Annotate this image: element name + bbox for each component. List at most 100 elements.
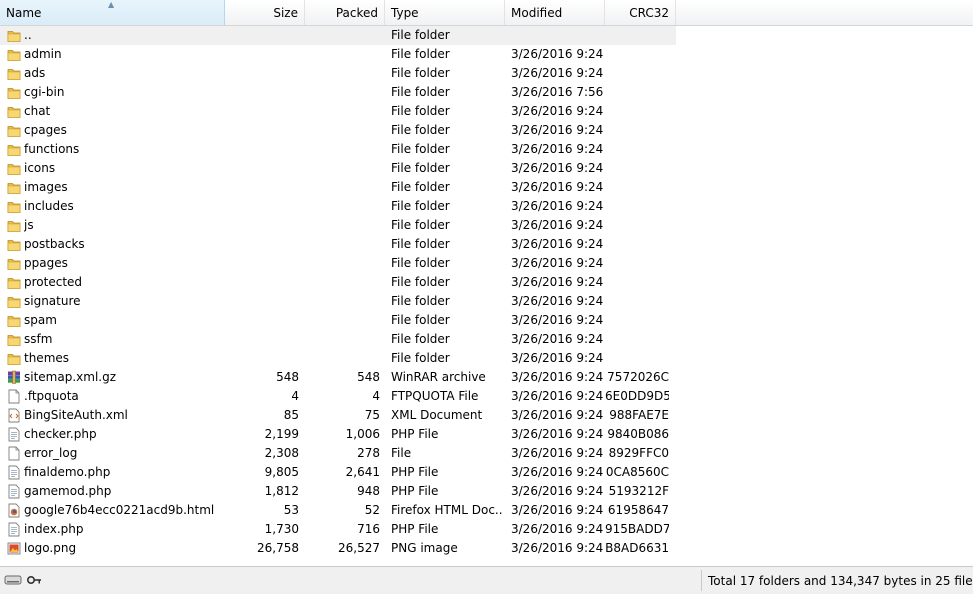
file-size: 1,730 (264, 522, 299, 536)
file-row[interactable]: finaldemo.php 9,805 2,641 PHP File 3/26/2016… (0, 463, 676, 482)
file-name: sitemap.xml.gz (24, 370, 117, 384)
column-header: Name ▲ Size Packed Type Modified CRC32 (0, 0, 973, 26)
parent-folder-row[interactable]: .. File folder (0, 26, 676, 45)
folder-icon (7, 237, 21, 252)
file-name: cgi-bin (24, 85, 65, 99)
column-header-packed[interactable]: Packed (305, 0, 385, 25)
column-header-name[interactable]: Name ▲ (0, 0, 225, 25)
file-row[interactable]: google76b4ecc0221acd9b.html 53 52 Firefox H… (0, 501, 676, 520)
file-row[interactable]: BingSiteAuth.xml 85 75 XML Document 3/26/201… (0, 406, 676, 425)
file-type: File folder (391, 104, 450, 118)
column-header-size[interactable]: Size (225, 0, 305, 25)
file-modified: 3/26/2016 9:24 (511, 427, 603, 441)
file-modified: 3/26/2016 9:24 (511, 237, 603, 251)
file-type: File folder (391, 47, 450, 61)
file-modified: 3/26/2016 9:24 (511, 503, 603, 517)
file-packed (305, 159, 380, 178)
folder-icon (7, 142, 21, 157)
file-crc32: 8929FFC0 (608, 446, 669, 460)
status-divider (701, 570, 702, 591)
file-crc32: 0CA8560C (605, 465, 669, 479)
file-modified: 3/26/2016 9:24 (511, 370, 603, 384)
file-row[interactable]: ads File folder 3/26/2016 9:24 (0, 64, 676, 83)
column-header-type[interactable]: Type (385, 0, 505, 25)
file-size (225, 197, 299, 216)
file-crc32: 915BADD7 (605, 522, 669, 536)
file-type: XML Document (391, 408, 483, 422)
folder-icon (7, 104, 21, 119)
file-name: spam (24, 313, 57, 327)
file-row[interactable]: gamemod.php 1,812 948 PHP File 3/26/2016 9:2… (0, 482, 676, 501)
file-type: File folder (391, 313, 450, 327)
file-crc32 (605, 83, 669, 102)
file-packed: 716 (357, 522, 380, 536)
file-crc32 (605, 311, 669, 330)
file-packed (305, 45, 380, 64)
file-row[interactable]: .ftpquota 4 4 FTPQUOTA File 3/26/2016 9:24 6E… (0, 387, 676, 406)
file-packed: 278 (357, 446, 380, 460)
status-bar: Total 17 folders and 134,347 bytes in 25… (0, 566, 973, 594)
file-type: File folder (391, 275, 450, 289)
column-header-crc32[interactable]: CRC32 (605, 0, 676, 25)
file-row[interactable]: functions File folder 3/26/2016 9:24 (0, 140, 676, 159)
file-row[interactable]: signature File folder 3/26/2016 9:24 (0, 292, 676, 311)
file-crc32: 7572026C (607, 370, 669, 384)
file-crc32 (605, 26, 669, 45)
file-row[interactable]: sitemap.xml.gz 548 548 WinRAR archive 3/26/2… (0, 368, 676, 387)
file-row[interactable]: cgi-bin File folder 3/26/2016 7:56 (0, 83, 676, 102)
file-size: 9,805 (264, 465, 299, 479)
column-packed-label: Packed (335, 6, 378, 20)
file-size (225, 330, 299, 349)
file-modified: 3/26/2016 9:24 (511, 275, 603, 289)
file-packed (305, 178, 380, 197)
file-crc32: 6E0DD9D5 (605, 389, 669, 403)
file-name: signature (24, 294, 81, 308)
file-size (225, 26, 299, 45)
file-row[interactable]: chat File folder 3/26/2016 9:24 (0, 102, 676, 121)
file-size (225, 254, 299, 273)
file-row[interactable]: images File folder 3/26/2016 9:24 (0, 178, 676, 197)
file-row[interactable]: protected File folder 3/26/2016 9:24 (0, 273, 676, 292)
file-packed (305, 197, 380, 216)
file-row[interactable]: postbacks File folder 3/26/2016 9:24 (0, 235, 676, 254)
folder-icon (7, 313, 21, 328)
file-row[interactable]: logo.png 26,758 26,527 PNG image 3/26/2016 9… (0, 539, 676, 558)
file-name: google76b4ecc0221acd9b.html (24, 503, 215, 517)
folder-icon (7, 275, 21, 290)
file-packed (305, 102, 380, 121)
file-name: error_log (24, 446, 78, 460)
folder-icon (7, 85, 21, 100)
file-name: finaldemo.php (24, 465, 111, 479)
file-size (225, 45, 299, 64)
file-row[interactable]: error_log 2,308 278 File 3/26/2016 9:24 8929F… (0, 444, 676, 463)
file-size (225, 140, 299, 159)
file-packed: 52 (364, 503, 380, 517)
file-name: postbacks (24, 237, 85, 251)
file-row[interactable]: icons File folder 3/26/2016 9:24 (0, 159, 676, 178)
file-size (225, 64, 299, 83)
file-name: functions (24, 142, 80, 156)
file-row[interactable]: ppages File folder 3/26/2016 9:24 (0, 254, 676, 273)
file-row[interactable]: checker.php 2,199 1,006 PHP File 3/26/2016 9… (0, 425, 676, 444)
file-modified: 3/26/2016 9:24 (511, 142, 603, 156)
file-row[interactable]: spam File folder 3/26/2016 9:24 (0, 311, 676, 330)
file-size: 1,812 (264, 484, 299, 498)
file-row[interactable]: themes File folder 3/26/2016 9:24 (0, 349, 676, 368)
file-name: checker.php (24, 427, 97, 441)
file-modified: 3/26/2016 9:24 (511, 180, 603, 194)
file-list[interactable]: .. File folder admin File folder 3/26/2016 9… (0, 26, 973, 564)
file-row[interactable]: js File folder 3/26/2016 9:24 (0, 216, 676, 235)
text-file-icon (7, 522, 21, 537)
file-row[interactable]: ssfm File folder 3/26/2016 9:24 (0, 330, 676, 349)
file-row[interactable]: index.php 1,730 716 PHP File 3/26/2016 9:24 9… (0, 520, 676, 539)
file-modified (511, 26, 603, 45)
file-crc32 (605, 102, 669, 121)
file-type: File folder (391, 180, 450, 194)
file-name: gamemod.php (24, 484, 112, 498)
file-row[interactable]: admin File folder 3/26/2016 9:24 (0, 45, 676, 64)
column-header-modified[interactable]: Modified (505, 0, 605, 25)
file-row[interactable]: cpages File folder 3/26/2016 9:24 (0, 121, 676, 140)
file-type: PNG image (391, 541, 458, 555)
file-row[interactable]: includes File folder 3/26/2016 9:24 (0, 197, 676, 216)
file-size: 53 (283, 503, 299, 517)
